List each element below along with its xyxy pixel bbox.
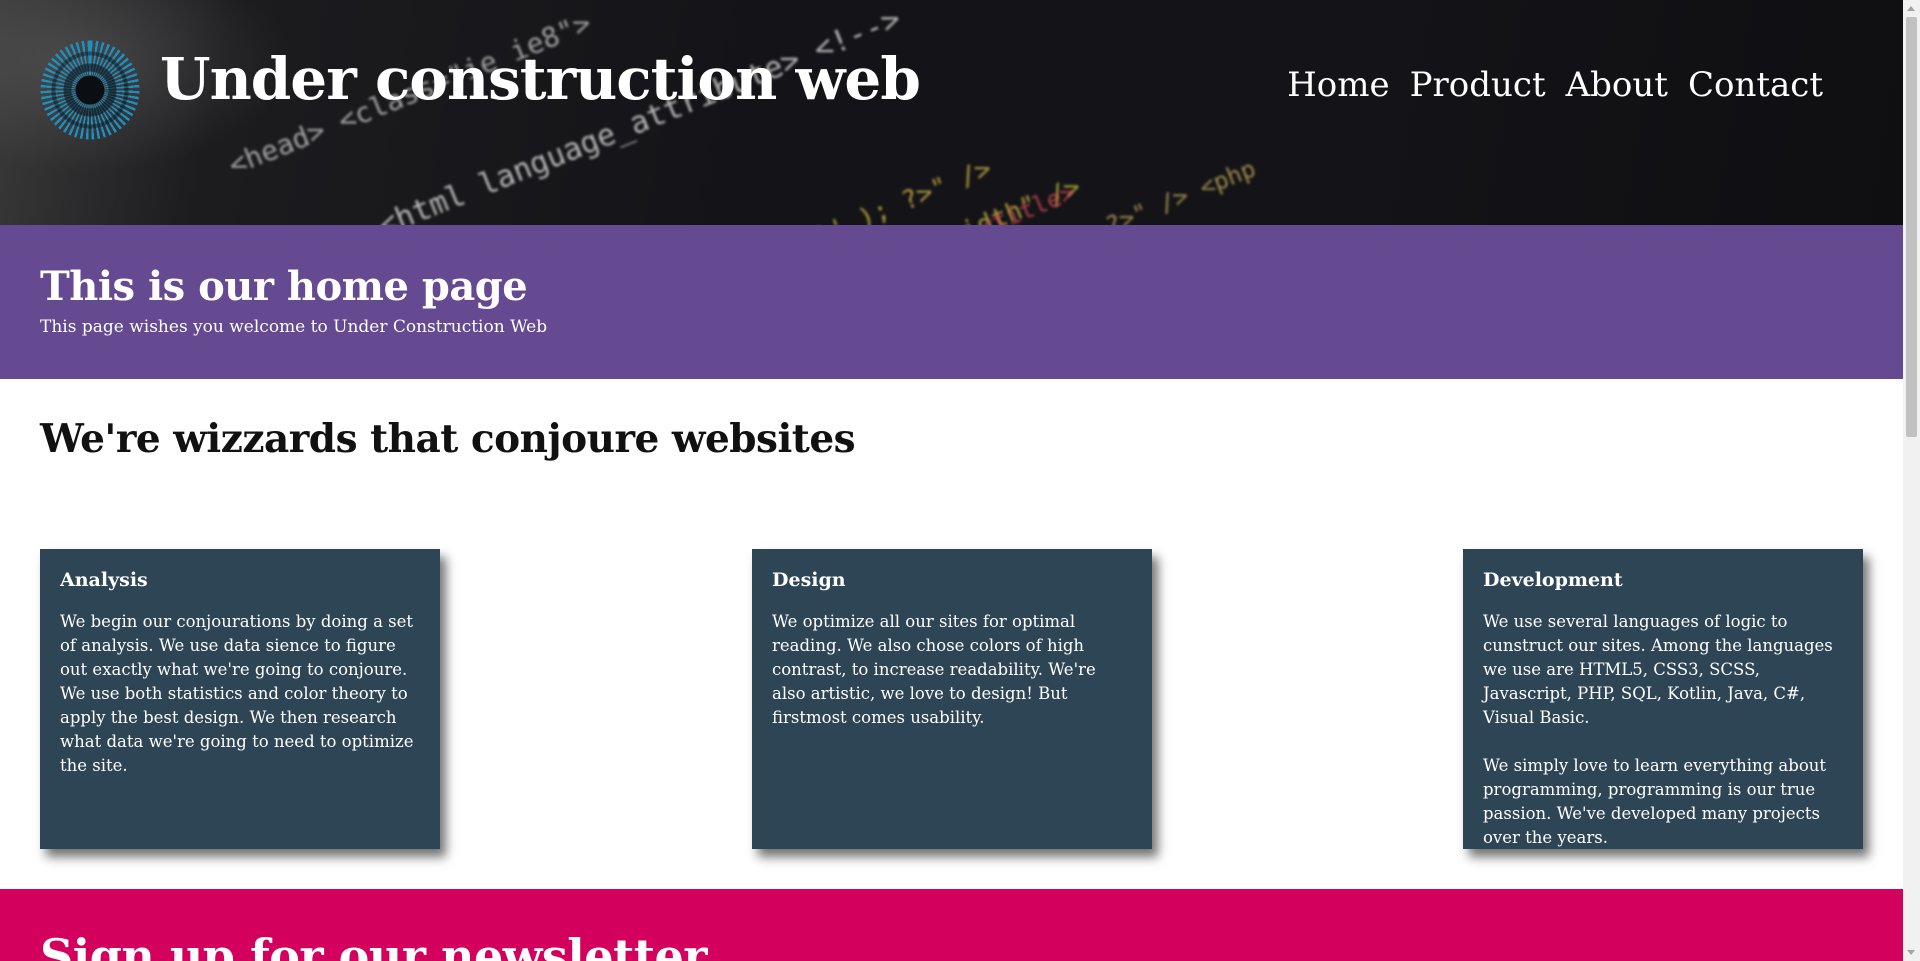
card-development: Development We use several languages of … <box>1463 549 1863 849</box>
card-text: We use several languages of logic to cun… <box>1483 611 1833 727</box>
scroll-thumb[interactable] <box>1906 17 1917 437</box>
card-text: We simply love to learn everything about… <box>1483 755 1827 847</box>
card-title: Development <box>1483 569 1623 591</box>
background-code-decoration: ('charset' ); ?>" /> <box>694 154 996 225</box>
card-title: Analysis <box>60 569 148 591</box>
site-header: <html language_attribute> <!--> <head> <… <box>0 0 1903 225</box>
hero-banner: This is our home page This page wishes y… <box>0 225 1903 379</box>
card-text: We optimize all our sites for optimal re… <box>772 611 1096 727</box>
nav-product-link[interactable]: Product <box>1410 68 1546 102</box>
logo-ring-decoration <box>40 40 140 140</box>
card-title: Design <box>772 569 846 591</box>
page: <html language_attribute> <!--> <head> <… <box>0 0 1903 961</box>
card-design: Design We optimize all our sites for opt… <box>752 549 1152 849</box>
background-code-decoration: <html language_attribute> <!--> <box>373 1 906 225</box>
hero-subtitle: This page wishes you welcome to Under Co… <box>40 317 548 337</box>
intro-heading: We're wizzards that conjoure websites <box>40 416 856 462</box>
vertical-scrollbar[interactable] <box>1903 0 1920 961</box>
nav-contact-link[interactable]: Contact <box>1688 68 1823 102</box>
nav-about-link[interactable]: About <box>1566 68 1668 102</box>
scroll-down-arrow-icon[interactable] <box>1907 950 1915 955</box>
nav-home-link[interactable]: Home <box>1287 68 1389 102</box>
newsletter-section: Sign up for our newsletter <box>0 889 1903 961</box>
site-title[interactable]: Under construction web <box>160 50 921 108</box>
hero-title: This is our home page <box>40 263 528 310</box>
main-nav: Home Product About Contact <box>1287 68 1823 102</box>
newsletter-title: Sign up for our newsletter <box>40 929 707 961</box>
card-text: We begin our conjourations by doing a se… <box>60 611 414 775</box>
scroll-up-arrow-icon[interactable] <box>1907 6 1915 11</box>
background-code-decoration: <title> <box>974 178 1080 225</box>
card-analysis: Analysis We begin our conjourations by d… <box>40 549 440 849</box>
